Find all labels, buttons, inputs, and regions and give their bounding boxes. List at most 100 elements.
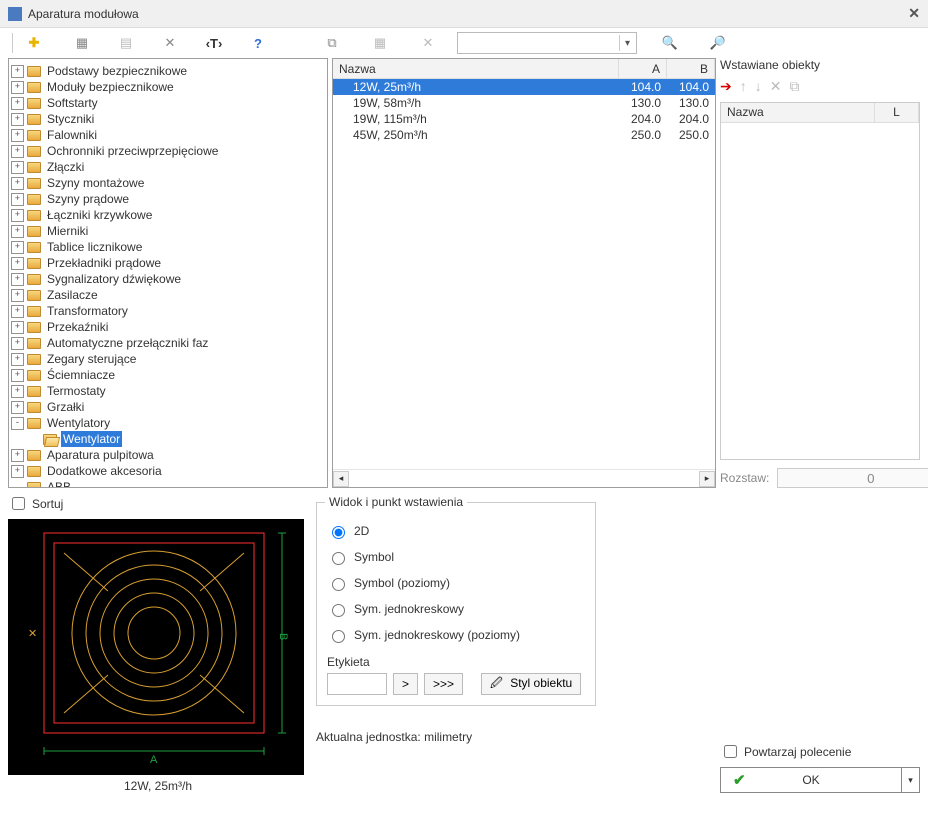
tree-item[interactable]: +Aparatura pulpitowa — [11, 447, 325, 463]
list-hscroll[interactable]: ◂ ▸ — [333, 469, 715, 487]
category-tree[interactable]: +Podstawy bezpiecznikowe+Moduły bezpiecz… — [8, 58, 328, 488]
tree-item[interactable]: +Szyny prądowe — [11, 191, 325, 207]
repeat-checkbox[interactable]: Powtarzaj polecenie — [720, 742, 920, 761]
list-row[interactable]: 19W, 115m³/h204.0204.0 — [333, 111, 715, 127]
inserted-col-l[interactable]: L — [875, 103, 919, 122]
view-radio[interactable]: Symbol (poziomy) — [327, 575, 585, 591]
item-list[interactable]: Nazwa A B 12W, 25m³/h104.0104.019W, 58m³… — [332, 58, 716, 488]
tree-item[interactable]: +Przekaźniki — [11, 319, 325, 335]
expand-icon[interactable]: + — [11, 193, 24, 206]
rozstaw-input[interactable] — [777, 468, 928, 488]
text-icon[interactable]: ‹T› — [203, 32, 225, 54]
tree-item[interactable]: +Mierniki — [11, 223, 325, 239]
tree-item[interactable]: Wentylator — [11, 431, 325, 447]
expand-icon[interactable]: + — [11, 353, 24, 366]
styl-obiektu-button[interactable]: 🖉 Styl obiektu — [481, 673, 581, 695]
view-radio-input[interactable] — [332, 552, 345, 565]
ok-dropdown-icon[interactable]: ▾ — [902, 767, 920, 793]
col-name[interactable]: Nazwa — [333, 59, 619, 78]
expand-icon[interactable]: + — [11, 65, 24, 78]
ok-button[interactable]: ✔ OK — [720, 767, 902, 793]
list-row[interactable]: 45W, 250m³/h250.0250.0 — [333, 127, 715, 143]
scroll-right-icon[interactable]: ▸ — [699, 471, 715, 487]
copy-icon[interactable]: ⧉ — [321, 32, 343, 54]
inserted-list[interactable]: Nazwa L — [720, 102, 920, 460]
tree-item[interactable]: +Automatyczne przełączniki faz — [11, 335, 325, 351]
search-icon[interactable]: 🔍 — [659, 32, 681, 54]
tree-item[interactable]: +Ochronniki przeciwprzepięciowe — [11, 143, 325, 159]
add-icon[interactable]: ✚ — [23, 32, 45, 54]
expand-icon[interactable]: + — [11, 97, 24, 110]
sort-checkbox-input[interactable] — [12, 497, 25, 510]
view-radio-input[interactable] — [332, 526, 345, 539]
tree-item[interactable]: +Zegary sterujące — [11, 351, 325, 367]
view-radio[interactable]: Symbol — [327, 549, 585, 565]
repeat-checkbox-input[interactable] — [724, 745, 737, 758]
tree-item[interactable]: +Dodatkowe akcesoria — [11, 463, 325, 479]
expand-icon[interactable]: + — [11, 129, 24, 142]
etykieta-gtgt-button[interactable]: >>> — [424, 673, 463, 695]
tree-item[interactable]: +Transformatory — [11, 303, 325, 319]
view-radio-input[interactable] — [332, 604, 345, 617]
tree-item[interactable]: +Złączki — [11, 159, 325, 175]
tree-item[interactable]: +Ściemniacze — [11, 367, 325, 383]
expand-icon[interactable]: + — [11, 257, 24, 270]
etykieta-gt-button[interactable]: > — [393, 673, 418, 695]
sort-checkbox[interactable]: Sortuj — [8, 494, 308, 513]
expand-icon[interactable]: + — [11, 81, 24, 94]
list-row[interactable]: 12W, 25m³/h104.0104.0 — [333, 79, 715, 95]
tree-item[interactable]: +Softstarty — [11, 95, 325, 111]
delete-icon[interactable]: ✕ — [417, 32, 439, 54]
view-radio[interactable]: Sym. jednokreskowy (poziomy) — [327, 627, 585, 643]
help-icon[interactable]: ? — [247, 32, 269, 54]
inserted-col-name[interactable]: Nazwa — [721, 103, 875, 122]
props1-icon[interactable]: ▦ — [71, 32, 93, 54]
tree-item[interactable]: +Termostaty — [11, 383, 325, 399]
expand-icon[interactable]: + — [11, 337, 24, 350]
view-radio[interactable]: Sym. jednokreskowy — [327, 601, 585, 617]
find-icon[interactable]: 🔎 — [707, 32, 729, 54]
tree-item[interactable]: +Podstawy bezpiecznikowe — [11, 63, 325, 79]
tools-icon[interactable]: ✕ — [159, 32, 181, 54]
etykieta-input[interactable] — [327, 673, 387, 695]
tree-item[interactable]: +Moduły bezpiecznikowe — [11, 79, 325, 95]
col-a[interactable]: A — [619, 59, 667, 78]
list-row[interactable]: 19W, 58m³/h130.0130.0 — [333, 95, 715, 111]
tree-item[interactable]: +Falowniki — [11, 127, 325, 143]
scroll-left-icon[interactable]: ◂ — [333, 471, 349, 487]
expand-icon[interactable]: + — [11, 209, 24, 222]
props2-icon[interactable]: ▤ — [115, 32, 137, 54]
search-input[interactable] — [457, 32, 637, 54]
expand-icon[interactable]: + — [11, 273, 24, 286]
paste-icon[interactable]: ▦ — [369, 32, 391, 54]
tree-item[interactable]: +Styczniki — [11, 111, 325, 127]
collapse-icon[interactable]: - — [11, 417, 24, 430]
tree-item[interactable]: ABB — [11, 479, 325, 487]
expand-icon[interactable]: + — [11, 401, 24, 414]
expand-icon[interactable]: + — [11, 369, 24, 382]
expand-icon[interactable]: + — [11, 225, 24, 238]
chevron-down-icon[interactable]: ▾ — [619, 35, 635, 51]
search-combo[interactable]: ▾ — [457, 32, 637, 54]
expand-icon[interactable]: + — [11, 145, 24, 158]
expand-icon[interactable]: + — [11, 241, 24, 254]
expand-icon[interactable]: + — [11, 113, 24, 126]
expand-icon[interactable]: + — [11, 289, 24, 302]
arrow-right-icon[interactable]: ➔ — [720, 78, 732, 95]
view-radio-input[interactable] — [332, 578, 345, 591]
tree-item[interactable]: +Tablice licznikowe — [11, 239, 325, 255]
expand-icon[interactable]: + — [11, 449, 24, 462]
expand-icon[interactable]: + — [11, 305, 24, 318]
tree-item[interactable]: +Grzałki — [11, 399, 325, 415]
close-icon[interactable]: ✕ — [908, 5, 920, 22]
view-radio-input[interactable] — [332, 630, 345, 643]
tree-item[interactable]: +Sygnalizatory dźwiękowe — [11, 271, 325, 287]
expand-icon[interactable]: + — [11, 161, 24, 174]
tree-item[interactable]: +Szyny montażowe — [11, 175, 325, 191]
col-b[interactable]: B — [667, 59, 715, 78]
expand-icon[interactable]: + — [11, 465, 24, 478]
tree-item[interactable]: +Zasilacze — [11, 287, 325, 303]
expand-icon[interactable]: + — [11, 177, 24, 190]
view-radio[interactable]: 2D — [327, 523, 585, 539]
tree-item[interactable]: -Wentylatory — [11, 415, 325, 431]
